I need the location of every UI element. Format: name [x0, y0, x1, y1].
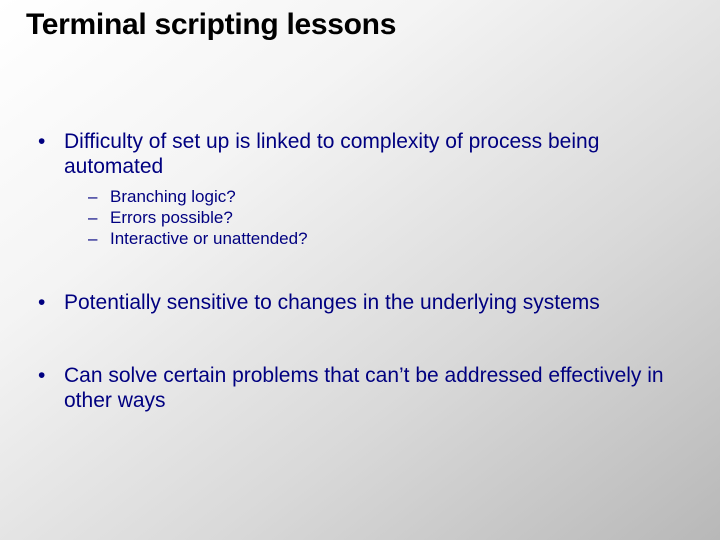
dash-icon: – — [88, 228, 110, 249]
slide-title: Terminal scripting lessons — [26, 8, 700, 42]
bullet-level1: • Potentially sensitive to changes in th… — [38, 291, 700, 316]
bullet-level1: • Difficulty of set up is linked to comp… — [38, 130, 700, 180]
sub-bullets: – Branching logic? – Errors possible? – … — [88, 186, 700, 250]
sub-bullet-text: Interactive or unattended? — [110, 228, 308, 249]
bullet-text: Can solve certain problems that can’t be… — [64, 364, 700, 414]
bullet-text: Potentially sensitive to changes in the … — [64, 291, 700, 316]
sub-bullet-text: Branching logic? — [110, 186, 236, 207]
bullet-level2: – Branching logic? — [88, 186, 700, 207]
dash-icon: – — [88, 186, 110, 207]
slide: Terminal scripting lessons • Difficulty … — [0, 0, 720, 540]
bullet-icon: • — [38, 130, 64, 180]
bullet-text: Difficulty of set up is linked to comple… — [64, 130, 700, 180]
bullet-icon: • — [38, 291, 64, 316]
bullet-level2: – Interactive or unattended? — [88, 228, 700, 249]
bullet-level1: • Can solve certain problems that can’t … — [38, 364, 700, 414]
slide-body: • Difficulty of set up is linked to comp… — [38, 130, 700, 414]
dash-icon: – — [88, 207, 110, 228]
sub-bullet-text: Errors possible? — [110, 207, 233, 228]
bullet-icon: • — [38, 364, 64, 414]
bullet-level2: – Errors possible? — [88, 207, 700, 228]
